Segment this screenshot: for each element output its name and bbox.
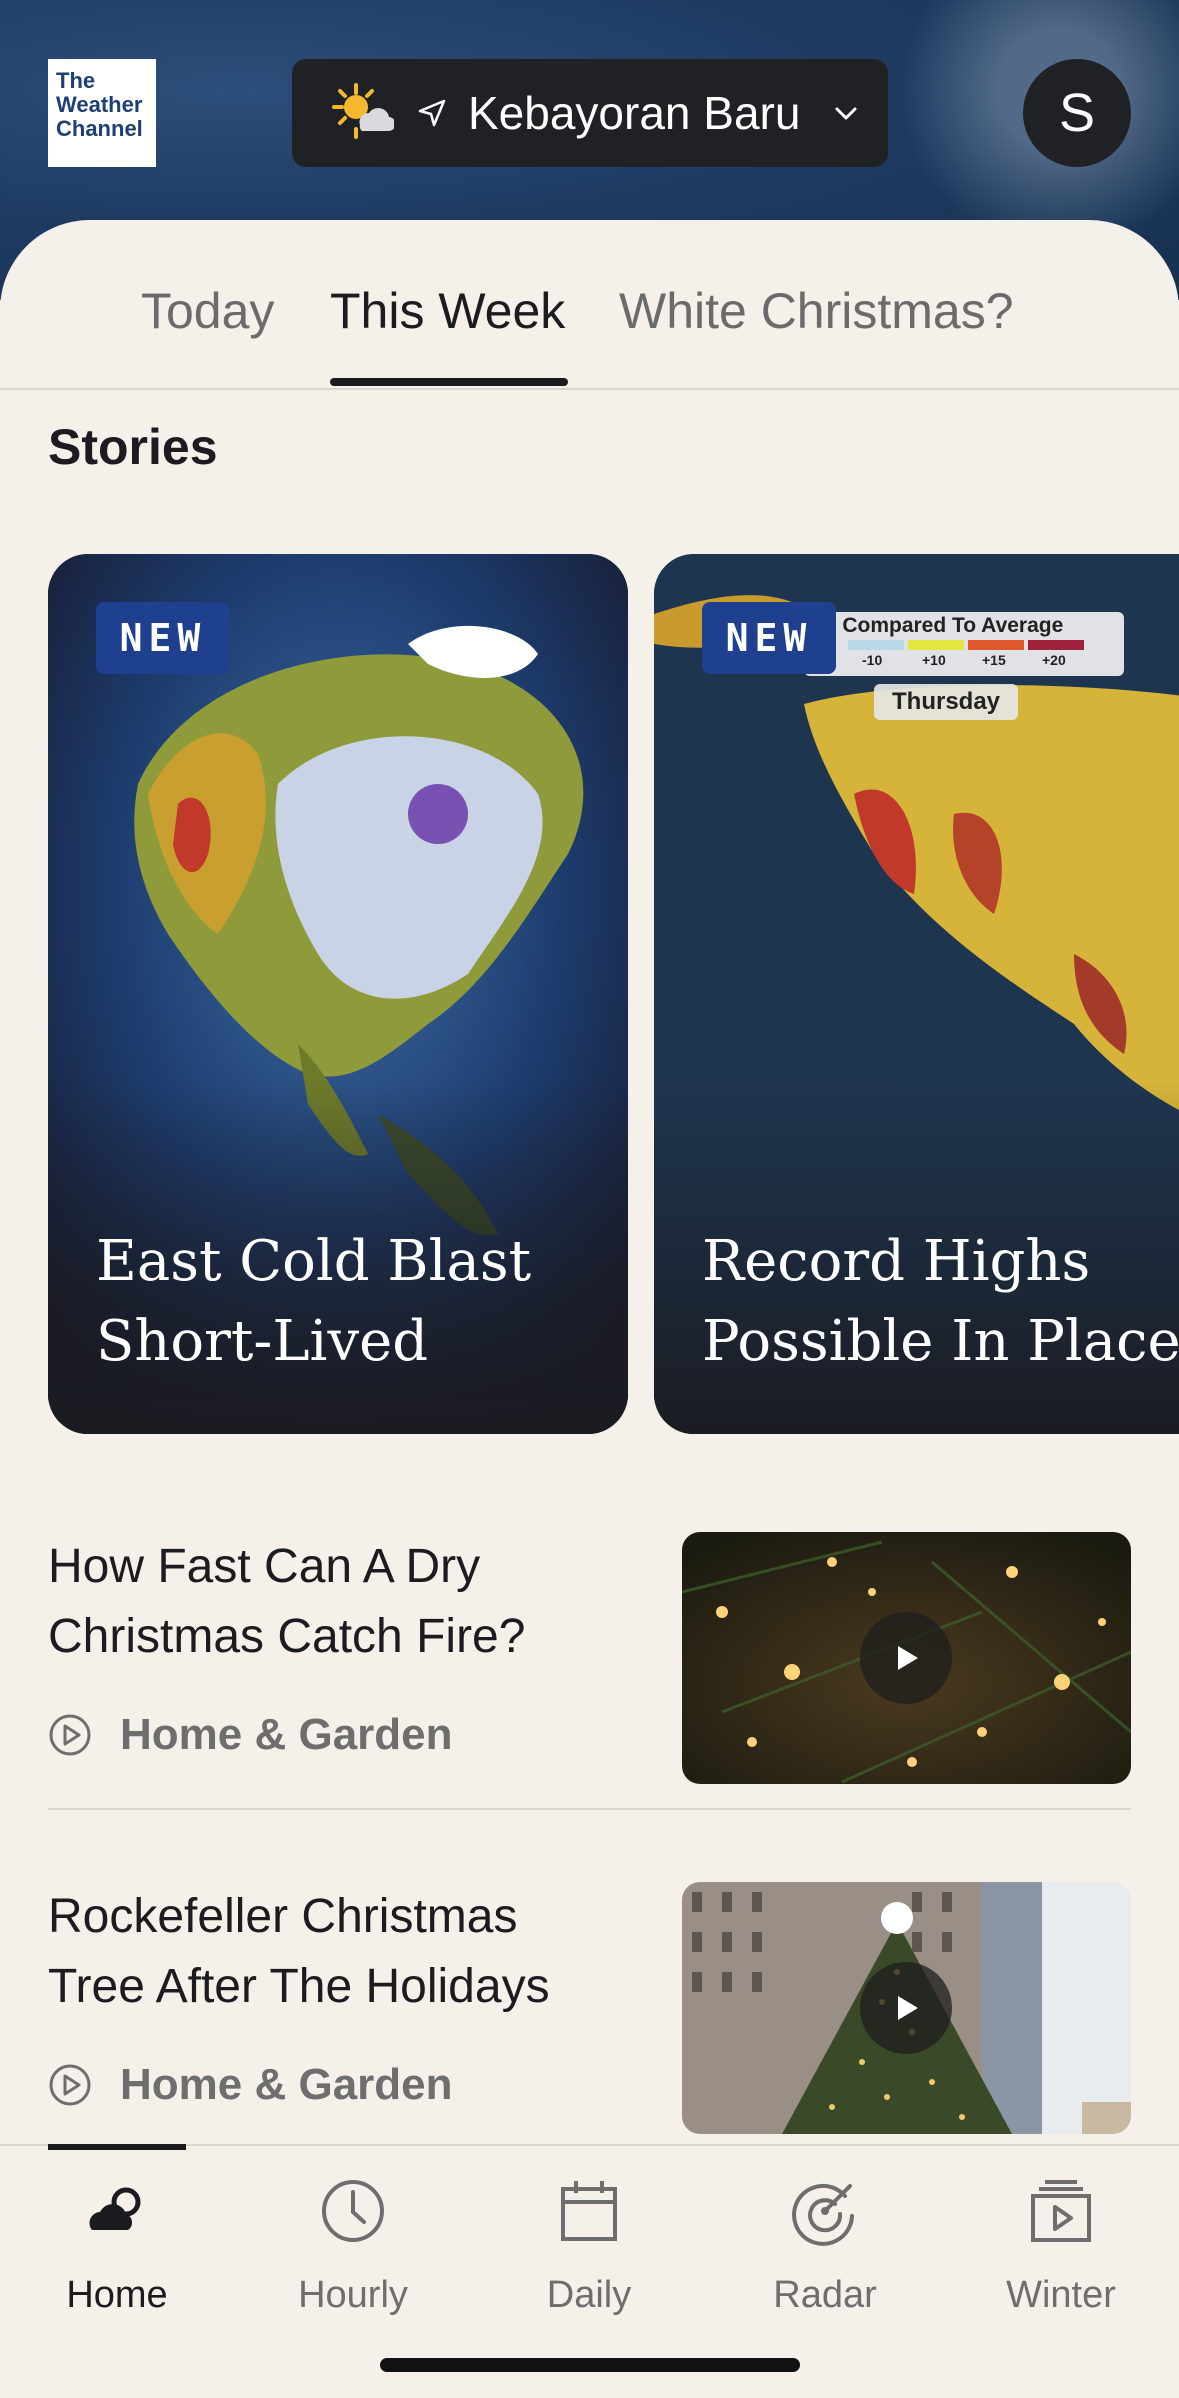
article-category: Home & Garden bbox=[120, 2060, 453, 2109]
play-icon bbox=[898, 1646, 918, 1670]
location-name: Kebayoran Baru bbox=[468, 87, 801, 139]
location-arrow-icon bbox=[418, 99, 446, 127]
avatar[interactable]: S bbox=[1023, 59, 1131, 167]
play-icon bbox=[898, 1996, 918, 2020]
legend-swatch bbox=[908, 640, 964, 650]
nav-winter[interactable]: Winter bbox=[961, 2176, 1161, 2326]
legend-value: +20 bbox=[1042, 652, 1066, 668]
home-indicator bbox=[380, 2358, 800, 2372]
legend-value: -10 bbox=[862, 652, 883, 668]
tab-today[interactable]: Today bbox=[141, 282, 274, 340]
logo-line-3: Channel bbox=[56, 116, 143, 141]
calendar-icon bbox=[561, 2181, 617, 2241]
nav-daily[interactable]: Daily bbox=[489, 2176, 689, 2326]
story-card[interactable]: hs Compared To Average -10 +10 +15 +20 T… bbox=[654, 554, 1179, 1434]
nav-label: Radar bbox=[773, 2274, 877, 2316]
nav-label: Winter bbox=[1006, 2274, 1116, 2316]
map-legend-title: hs Compared To Average bbox=[812, 614, 1064, 637]
article-title: How Fast Can A Dry Christmas Catch Fire? bbox=[48, 1540, 526, 1663]
article-meta: Home & Garden bbox=[48, 2060, 453, 2110]
partly-cloudy-icon bbox=[332, 83, 394, 139]
legend-value: +15 bbox=[982, 652, 1006, 668]
divider bbox=[48, 1808, 1131, 1810]
article-title: Rockefeller Christmas Tree After The Hol… bbox=[48, 1890, 550, 2013]
logo-line-2: Weather bbox=[56, 92, 143, 117]
story-title: East Cold Blast Short-Lived bbox=[96, 1229, 532, 1374]
clock-icon bbox=[322, 2180, 384, 2242]
nav-label: Daily bbox=[546, 2274, 632, 2316]
map-legend: hs Compared To Average -10 +10 +15 +20 bbox=[804, 612, 1124, 676]
article-item[interactable]: Rockefeller Christmas Tree After The Hol… bbox=[48, 1882, 1131, 2134]
new-badge: NEW bbox=[96, 602, 230, 674]
legend-swatch bbox=[968, 640, 1024, 650]
cloud-icon bbox=[89, 2187, 141, 2230]
tab-bar: Today This Week White Christmas? bbox=[0, 220, 1179, 390]
nav-home[interactable]: Home bbox=[17, 2176, 217, 2326]
map-day-label: Thursday bbox=[874, 684, 1019, 720]
article-thumbnail[interactable] bbox=[682, 1882, 1131, 2134]
nav-radar[interactable]: Radar bbox=[725, 2176, 925, 2326]
article-item[interactable]: How Fast Can A Dry Christmas Catch Fire?… bbox=[48, 1532, 1131, 1784]
chevron-down-icon bbox=[835, 107, 857, 120]
article-meta: Home & Garden bbox=[48, 1710, 453, 1760]
avatar-initial: S bbox=[1058, 83, 1096, 143]
story-card[interactable]: NEW East Cold Blast Short-Lived bbox=[48, 554, 628, 1434]
content-sheet: Today This Week White Christmas? Stories bbox=[0, 220, 1179, 2396]
tab-white-christmas[interactable]: White Christmas? bbox=[619, 282, 1014, 340]
video-play-button[interactable] bbox=[860, 1612, 952, 1704]
weather-channel-logo[interactable]: The Weather Channel bbox=[48, 59, 156, 167]
nav-hourly[interactable]: Hourly bbox=[253, 2176, 453, 2326]
legend-swatch bbox=[1028, 640, 1084, 650]
nav-label: Hourly bbox=[298, 2274, 408, 2316]
story-title: Record Highs Possible In Places bbox=[702, 1229, 1179, 1374]
play-circle-icon bbox=[49, 2064, 91, 2106]
radar-icon bbox=[792, 2183, 854, 2246]
active-nav-indicator bbox=[48, 2144, 186, 2150]
legend-value: +10 bbox=[922, 652, 946, 668]
stories-heading: Stories bbox=[48, 419, 218, 475]
article-category: Home & Garden bbox=[120, 1710, 453, 1759]
article-thumbnail[interactable] bbox=[682, 1532, 1131, 1784]
video-play-button[interactable] bbox=[860, 1962, 952, 2054]
location-selector[interactable]: Kebayoran Baru bbox=[292, 59, 888, 167]
video-icon bbox=[1031, 2180, 1091, 2242]
nav-label: Home bbox=[66, 2274, 168, 2316]
tab-this-week[interactable]: This Week bbox=[330, 282, 565, 340]
logo-line-1: The bbox=[56, 68, 96, 93]
new-badge: NEW bbox=[702, 602, 836, 674]
legend-swatch bbox=[848, 640, 904, 650]
play-circle-icon bbox=[49, 1714, 91, 1756]
active-tab-indicator bbox=[330, 378, 568, 386]
